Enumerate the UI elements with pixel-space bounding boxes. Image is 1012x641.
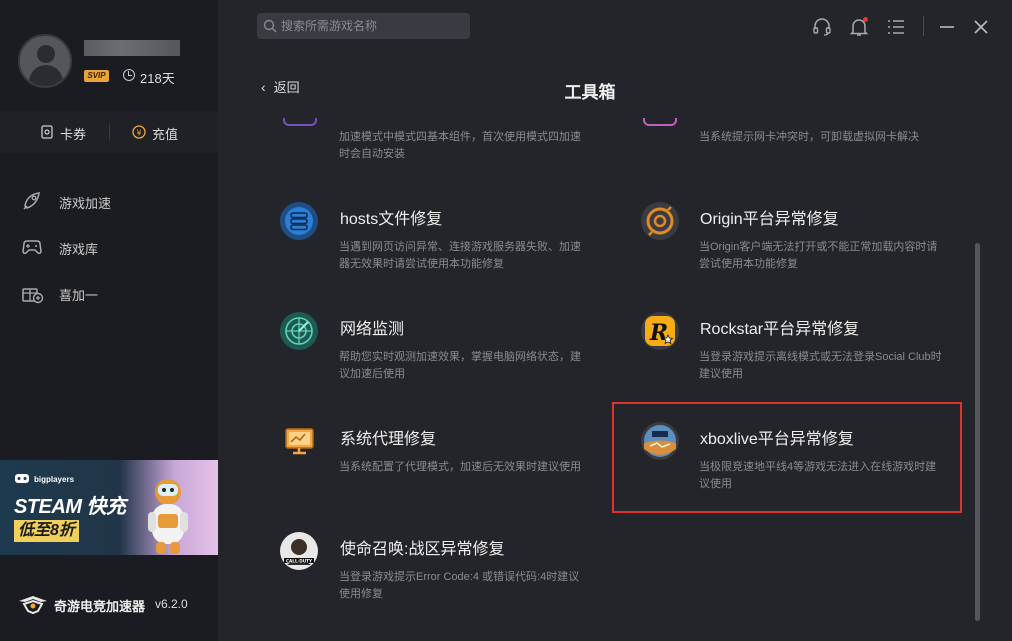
chevron-left-icon: ‹ [261,79,266,95]
sidebar-item-game-library[interactable]: 游戏库 [0,227,218,267]
recharge-button[interactable]: 充值 [152,124,178,143]
sidebar-item-game-boost[interactable]: 游戏加速 [0,181,218,221]
radar-icon [280,312,318,350]
app-version: v6.2.0 [155,597,188,611]
call-of-duty-icon: CALL·DUTY [280,532,318,570]
rockstar-icon: R [641,312,679,350]
tool-desc: 当系统提示网卡冲突时，可卸载虚拟网卡解决 [699,131,919,143]
back-button[interactable]: ‹ 返回 [261,77,300,96]
search-box[interactable] [257,13,470,39]
divider [109,124,110,140]
tool-desc: 当登录游戏提示Error Code:4 或错误代码:4时建议使用修复 [339,571,580,600]
tool-desc: 加速模式中模式四基本组件，首次使用模式四加速时会自动安装 [339,131,581,160]
tool-desc: 当系统配置了代理模式，加速后无效果时建议使用 [339,461,581,473]
coupon-button[interactable]: 卡券 [60,124,86,143]
app-name: 奇游电竞加速器 [54,599,146,614]
tool-desc: 当Origin客户端无法打开或不能正常加载内容时请尝试使用本功能修复 [699,241,938,270]
coupon-icon [41,125,53,139]
svg-text:¥: ¥ [136,129,141,138]
tool-desc: 帮助您实时观测加速效果，掌握电脑网络状态，建议加速后使用 [339,351,581,380]
database-repair-icon [280,202,318,240]
membership-days: 218天 [140,71,175,86]
partial-tool-icon [643,118,677,126]
tool-name: 网络监测 [340,321,405,338]
app-logo-icon [19,596,47,615]
origin-icon [641,202,679,240]
tool-desc: 当遇到网页访问异常、连接游戏服务器失败、加速器无效果时请尝试使用本功能修复 [339,241,581,270]
sidebar-item-label: 游戏加速 [59,196,112,211]
forza-icon [641,422,679,460]
svg-text:CALL·DUTY: CALL·DUTY [286,558,313,563]
bigplayers-logo-icon [15,474,29,483]
page-title: 工具箱 [564,83,616,102]
banner-offer: 低至8折 [14,520,79,542]
sidebar: SVIP 218天 卡券 ¥ 充值 游戏加速 游戏库 喜加一 bigplayer… [0,0,218,641]
headset-support-icon[interactable] [811,16,833,38]
top-bar [218,0,1012,54]
toolbar-divider [923,16,924,36]
gamepad-icon [22,240,42,254]
tool-name: Rockstar平台异常修复 [700,321,860,338]
tool-desc: 当极限竞速地平线4等游戏无法进入在线游戏时建议使用 [699,461,937,490]
tool-name: hosts文件修复 [340,211,443,228]
search-icon [263,19,277,33]
rocket-icon [23,192,40,210]
sidebar-item-label: 喜加一 [59,288,99,303]
close-icon[interactable] [970,16,992,38]
fall-guys-mascot-icon [148,479,188,554]
tool-name: Origin平台异常修复 [700,211,839,228]
monitor-proxy-icon [285,428,314,455]
sidebar-item-label: 游戏库 [59,242,99,257]
steam-topup-banner[interactable]: bigplayers STEAM 快充 低至8折 [0,460,218,555]
tool-name: xboxlive平台异常修复 [700,431,854,448]
partial-tool-icon [283,118,317,126]
tool-name: 系统代理修复 [340,431,437,448]
tool-desc: 当登录游戏提示离线模式或无法登录Social Club时建议使用 [699,351,942,380]
bell-notification-icon[interactable] [848,16,870,38]
gift-plus-icon [22,288,44,304]
banner-headline: STEAM 快充 [14,496,126,518]
sidebar-item-free-games[interactable]: 喜加一 [0,273,218,313]
tool-name: 使命召唤:战区异常修复 [340,541,505,558]
back-label: 返回 [273,80,300,95]
banner-brand: bigplayers [34,475,75,484]
scrollbar[interactable] [975,243,980,621]
menu-list-icon[interactable] [885,16,907,38]
username-blurred [84,40,180,56]
coin-icon: ¥ [132,125,146,139]
search-input[interactable] [281,13,461,39]
clock-icon [123,69,135,81]
minimize-icon[interactable] [936,16,958,38]
svip-badge: SVIP [84,70,109,82]
avatar[interactable] [18,34,72,88]
wallet-bar: 卡券 ¥ 充值 [0,111,218,153]
